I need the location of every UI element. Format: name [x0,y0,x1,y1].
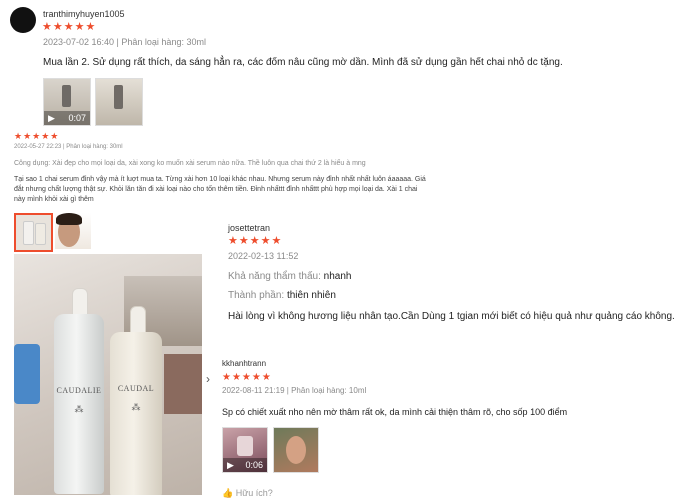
review-text-line: này mình khỏi xài gì thêm [14,196,94,203]
review-meta: 2022-08-11 21:19 | Phân loại hàng: 10ml [222,386,367,395]
bottle-image [23,221,34,245]
review-username[interactable]: tranthimyhuyen1005 [43,9,125,19]
rating-stars: ★★★★★ [222,372,272,383]
dropper-cap [72,288,88,316]
review-meta: 2022-05-27 22:23 | Phân loại hàng: 30ml [14,144,123,150]
rating-stars: ★★★★★ [42,21,97,33]
absorb-value: nhanh [323,271,352,282]
review-meta: 2023-07-02 16:40 | Phân loại hàng: 30ml [43,37,206,47]
review-effect-line: Công dụng: Xài đẹp cho mọi loại da, xài … [14,160,366,167]
review-text: Hài lòng vì không hương liệu nhân tạo.Cầ… [228,311,675,322]
helpful-button[interactable]: 👍 Hữu ích? [222,488,273,499]
cosmetic-image [14,344,40,404]
bottle-image: CAUDAL ⁂ [110,332,162,495]
shelf-image [164,354,202,414]
avatar[interactable] [10,7,36,33]
review-video-thumbnail[interactable]: ▶ 0:07 [43,78,91,126]
review-video-thumbnail[interactable]: ▶ 0:06 [222,427,268,473]
review-text: Sp có chiết xuất nho nên mờ thâm rất ok,… [222,407,568,417]
gallery-next-button[interactable]: › [203,372,213,386]
grape-logo-icon: ⁂ [74,404,84,414]
review-photo-thumbnail[interactable] [273,427,319,473]
rating-stars: ★★★★★ [228,235,283,247]
dropper-cap [130,306,146,334]
review-text: Mua lần 2. Sử dụng rất thích, da sáng hẳ… [43,57,563,68]
hair-image [56,213,82,225]
grape-logo-icon: ⁂ [131,402,141,412]
absorb-label: Khả năng thẩm thấu: [228,271,321,282]
review-date: 2022-02-13 11:52 [228,251,299,261]
review-text-line: Tại sao 1 chai serum đỉnh vậy mà ít luợt… [14,176,426,183]
video-duration: 0:06 [245,460,263,470]
video-camera-icon: ▶ [48,112,55,123]
review-username[interactable]: kkhanhtrann [222,359,266,368]
bottle-image [35,223,46,245]
review-photo-thumbnail[interactable] [55,213,91,249]
bottle-image [237,436,253,456]
bottle-image: CAUDALIE ⁂ [54,314,104,494]
review-photo-thumbnail-selected[interactable] [14,213,53,252]
video-badge: ▶ 0:06 [223,458,267,472]
face-image [286,436,306,464]
product-brand: CAUDAL [117,384,155,393]
review-username[interactable]: josettetran [228,223,270,233]
helpful-label: Hữu ích? [235,488,273,498]
ingredient-row: Thành phần: thiên nhiên [228,290,336,301]
review-text-line: đắt nhưng chất lượng thật sự. Khỏi lăn t… [14,186,418,193]
rating-stars: ★★★★★ [14,131,60,141]
review-photo-thumbnail[interactable] [95,78,143,126]
ingredient-value: thiên nhiên [286,290,336,301]
product-brand: CAUDALIE [56,386,102,395]
video-badge: ▶ 0:07 [44,111,90,125]
video-camera-icon: ▶ [227,459,234,470]
bottle-image [62,85,71,107]
ingredient-label: Thành phần: [228,290,285,301]
video-duration: 0:07 [68,113,86,123]
review-large-photo[interactable]: CAUDALIE ⁂ CAUDAL ⁂ [14,254,202,495]
bottle-image [114,85,123,109]
thumbs-up-icon: 👍 [222,488,234,498]
absorb-row: Khả năng thẩm thấu: nhanh [228,271,351,282]
